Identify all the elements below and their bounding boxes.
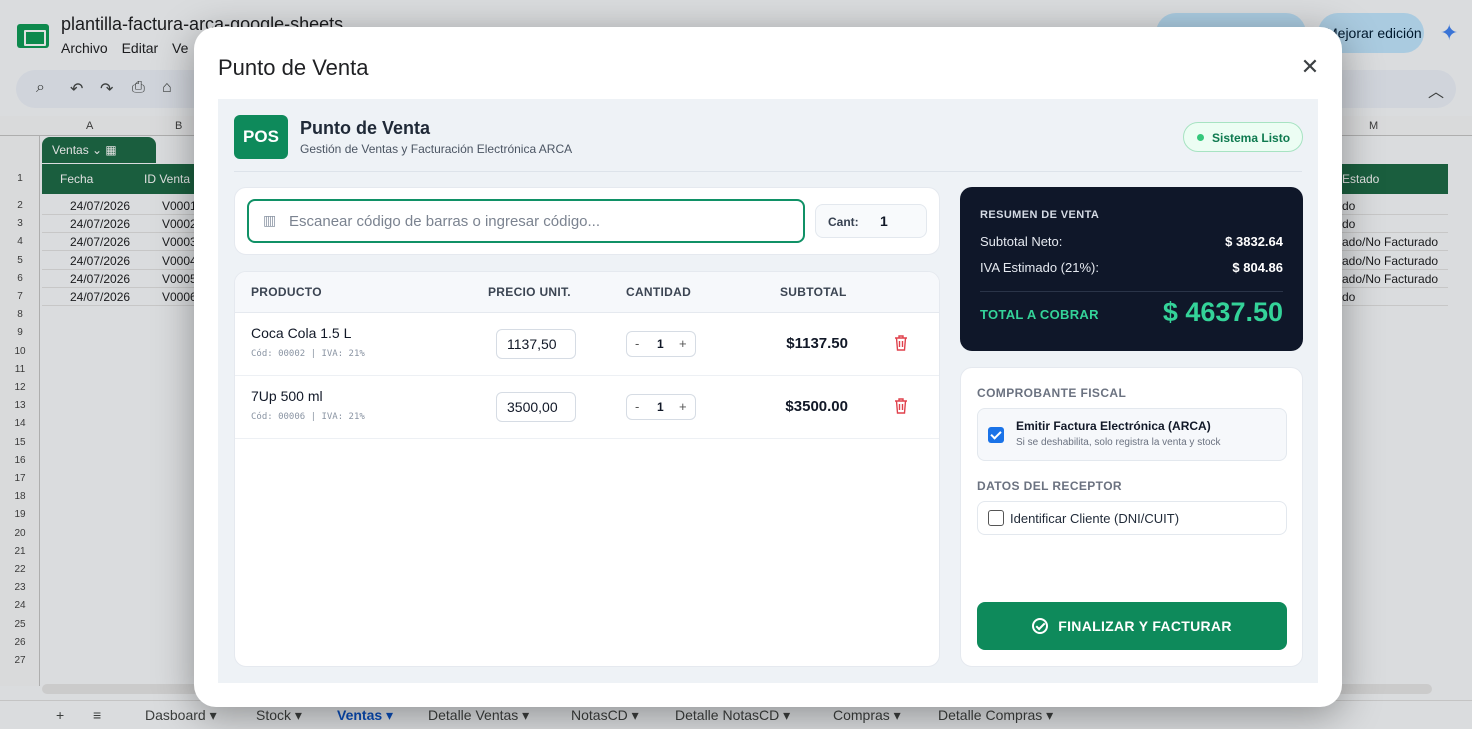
- trash-icon[interactable]: [893, 334, 909, 352]
- barcode-icon: ▥: [263, 212, 277, 228]
- check-circle-icon: [1032, 618, 1049, 634]
- total-value: $ 4637.50: [1162, 297, 1283, 327]
- header-divider: [234, 171, 1302, 172]
- pos-dialog: Punto de Venta ✕ POS Punto de Venta Gest…: [194, 27, 1342, 707]
- unit-price-input[interactable]: [496, 329, 576, 359]
- column-producto: PRODUCTO: [251, 285, 322, 299]
- pos-app-name: Punto de Venta: [300, 118, 431, 138]
- quantity-value[interactable]: 1: [880, 213, 888, 229]
- increment-button[interactable]: +: [679, 399, 687, 414]
- subtotal-label: Subtotal Neto:: [980, 234, 1063, 249]
- receptor-section-title: DATOS DEL RECEPTOR: [977, 479, 1123, 493]
- subtotal-value: $ 3832.64: [1225, 234, 1283, 249]
- summary-divider: [980, 291, 1283, 292]
- total-label: TOTAL A COBRAR: [980, 307, 1099, 322]
- quantity-value: 1: [657, 337, 664, 351]
- finalize-invoice-button[interactable]: FINALIZAR Y FACTURAR: [977, 602, 1287, 650]
- close-icon[interactable]: ✕: [1296, 53, 1324, 81]
- invoice-hint: Si se deshabilita, solo registra la vent…: [1016, 437, 1221, 448]
- pos-app: POS Punto de Venta Gestión de Ventas y F…: [218, 99, 1318, 683]
- quantity-label: Cant:: [828, 215, 859, 229]
- summary-title: RESUMEN DE VENTA: [980, 209, 1100, 221]
- barcode-field[interactable]: ▥: [247, 199, 805, 243]
- status-dot-icon: [1197, 134, 1204, 141]
- trash-icon[interactable]: [893, 397, 909, 415]
- pos-app-subtitle: Gestión de Ventas y Facturación Electrón…: [300, 142, 573, 156]
- line-subtotal: $3500.00: [785, 398, 848, 415]
- quantity-stepper: - 1 +: [626, 331, 696, 357]
- unit-price-input[interactable]: [496, 392, 576, 422]
- product-meta: Cód: 00006 | IVA: 21%: [251, 412, 365, 422]
- product-meta: Cód: 00002 | IVA: 21%: [251, 349, 365, 359]
- iva-value: $ 804.86: [1232, 260, 1283, 275]
- invoice-label: Emitir Factura Electrónica (ARCA): [1016, 419, 1211, 433]
- status-badge: Sistema Listo: [1183, 122, 1303, 152]
- client-checkbox[interactable]: [988, 510, 1004, 526]
- product-name: Coca Cola 1.5 L: [251, 325, 352, 341]
- fiscal-section-title: COMPROBANTE FISCAL: [977, 386, 1127, 400]
- status-text: Sistema Listo: [1212, 131, 1291, 145]
- fiscal-panel: COMPROBANTE FISCAL Emitir Factura Electr…: [960, 367, 1303, 667]
- invoice-option[interactable]: Emitir Factura Electrónica (ARCA) Si se …: [977, 408, 1287, 461]
- iva-label: IVA Estimado (21%):: [980, 260, 1099, 275]
- cart-table-header: PRODUCTO PRECIO UNIT. CANTIDAD SUBTOTAL: [235, 272, 939, 313]
- product-name: 7Up 500 ml: [251, 388, 323, 404]
- line-subtotal: $1137.50: [786, 335, 848, 352]
- barcode-input[interactable]: [289, 211, 789, 231]
- dialog-title: Punto de Venta: [218, 55, 369, 80]
- cart-row: Coca Cola 1.5 L Cód: 00002 | IVA: 21% - …: [235, 313, 939, 376]
- column-subtotal: SUBTOTAL: [780, 285, 847, 299]
- cart-row: 7Up 500 ml Cód: 00006 | IVA: 21% - 1 + $…: [235, 376, 939, 439]
- column-cantidad: CANTIDAD: [626, 285, 692, 299]
- quantity-field[interactable]: Cant: 1: [815, 204, 927, 238]
- column-precio-unit: PRECIO UNIT.: [488, 285, 571, 299]
- scan-card: ▥ Cant: 1: [234, 187, 940, 255]
- sale-summary: RESUMEN DE VENTA Subtotal Neto: $ 3832.6…: [960, 187, 1303, 351]
- client-label: Identificar Cliente (DNI/CUIT): [1010, 511, 1180, 526]
- finalize-label: FINALIZAR Y FACTURAR: [1058, 618, 1232, 634]
- invoice-checkbox[interactable]: [988, 427, 1004, 443]
- cart-table: PRODUCTO PRECIO UNIT. CANTIDAD SUBTOTAL …: [234, 271, 940, 667]
- quantity-stepper: - 1 +: [626, 394, 696, 420]
- decrement-button[interactable]: -: [635, 336, 639, 351]
- decrement-button[interactable]: -: [635, 399, 639, 414]
- quantity-value: 1: [657, 400, 664, 414]
- increment-button[interactable]: +: [679, 336, 687, 351]
- client-option[interactable]: Identificar Cliente (DNI/CUIT): [977, 501, 1287, 535]
- pos-logo: POS: [234, 115, 288, 159]
